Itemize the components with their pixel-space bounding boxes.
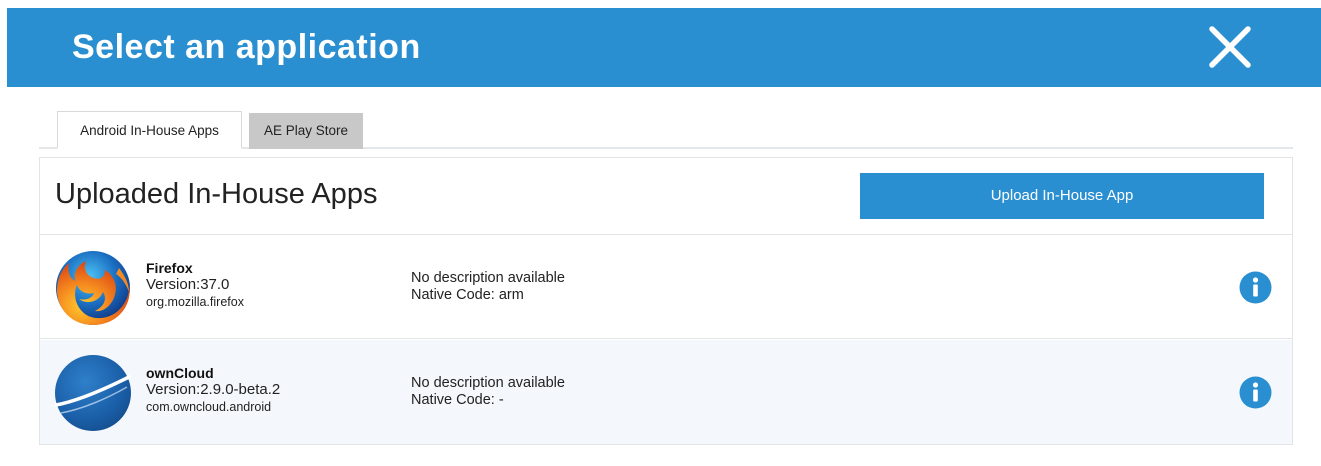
description-text: No description available	[411, 270, 565, 286]
app-row[interactable]: Firefox Version:37.0 org.mozilla.firefox…	[40, 235, 1292, 339]
close-icon[interactable]	[1207, 24, 1253, 70]
owncloud-icon	[53, 353, 133, 433]
app-description: No description available Native Code: ar…	[411, 270, 565, 304]
native-code-text: Native Code: -	[411, 392, 504, 408]
firefox-icon	[53, 248, 133, 328]
tab-ae-play-store[interactable]: AE Play Store	[249, 113, 363, 149]
dialog-title: Select an application	[72, 28, 421, 66]
info-icon[interactable]	[1239, 376, 1272, 409]
app-name: ownCloud	[146, 365, 214, 381]
app-meta: Firefox Version:37.0 org.mozilla.firefox	[146, 260, 244, 310]
native-code-text: Native Code: arm	[411, 287, 524, 303]
app-meta: ownCloud Version:2.9.0-beta.2 com.ownclo…	[146, 365, 280, 415]
app-package: org.mozilla.firefox	[146, 295, 244, 309]
dialog-header: Select an application	[7, 8, 1321, 87]
app-description: No description available Native Code: -	[411, 375, 565, 409]
app-row[interactable]: ownCloud Version:2.9.0-beta.2 com.ownclo…	[40, 340, 1292, 444]
info-icon[interactable]	[1239, 271, 1272, 304]
apps-panel: Uploaded In-House Apps Upload In-House A…	[39, 157, 1293, 445]
app-name: Firefox	[146, 260, 193, 276]
tab-bar: Android In-House Apps AE Play Store	[39, 111, 1293, 149]
app-version: Version:37.0	[146, 276, 230, 293]
description-text: No description available	[411, 375, 565, 391]
panel-title: Uploaded In-House Apps	[55, 178, 378, 210]
panel-header: Uploaded In-House Apps Upload In-House A…	[40, 158, 1292, 235]
tab-android-in-house-apps[interactable]: Android In-House Apps	[57, 111, 242, 149]
app-version: Version:2.9.0-beta.2	[146, 381, 281, 398]
upload-in-house-app-button[interactable]: Upload In-House App	[860, 173, 1264, 219]
app-package: com.owncloud.android	[146, 400, 272, 414]
